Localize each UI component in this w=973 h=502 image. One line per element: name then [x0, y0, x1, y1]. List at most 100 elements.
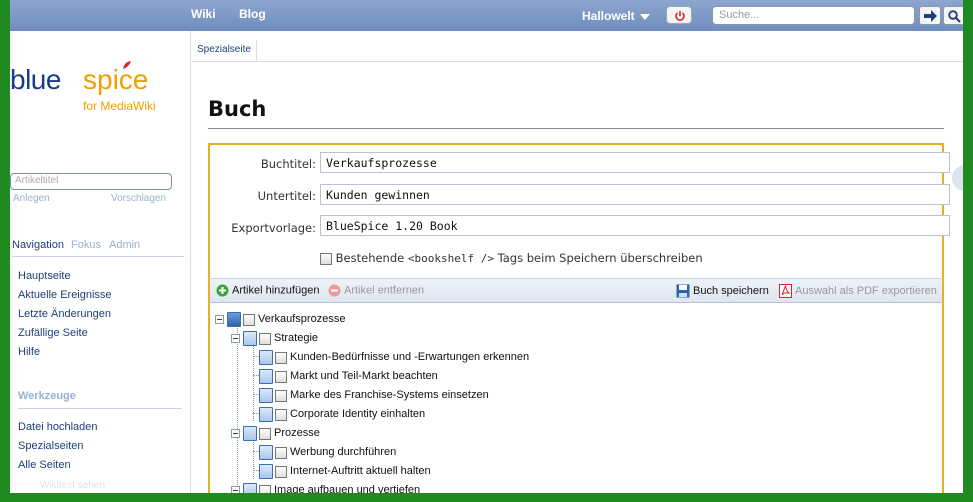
go-button[interactable]: [919, 6, 941, 25]
create-link[interactable]: Anlegen: [13, 193, 50, 204]
tree-checkbox[interactable]: [275, 352, 287, 364]
wiki-link[interactable]: Wiki: [191, 7, 216, 21]
tree-checkbox[interactable]: [259, 428, 271, 440]
tree-checkbox[interactable]: [275, 371, 287, 383]
tree-checkbox[interactable]: [259, 485, 271, 493]
logo-text-blue: blue: [10, 64, 61, 95]
sidebar-item-special-pages[interactable]: Spezialseiten: [18, 440, 98, 459]
tree-node-label: Marke des Franchise-Systems einsetzen: [290, 389, 489, 401]
book-title-field[interactable]: Verkaufsprozesse: [320, 152, 950, 173]
tab-special-page[interactable]: Spezialseite: [192, 40, 257, 61]
tree-node-label: Verkaufsprozesse: [258, 313, 346, 325]
sidebar-item-letzte-aenderungen[interactable]: Letzte Änderungen: [18, 308, 112, 327]
pdf-icon: [779, 284, 792, 298]
sidebar-item-hauptseite[interactable]: Hauptseite: [18, 270, 112, 289]
arrow-right-icon: [924, 10, 937, 22]
page-icon: [259, 350, 273, 365]
tree-checkbox[interactable]: [243, 314, 255, 326]
collapse-icon[interactable]: [231, 334, 240, 343]
tree-node[interactable]: Prozesse: [210, 425, 610, 442]
collapse-icon[interactable]: [231, 429, 240, 438]
tree-node[interactable]: Image aufbauen und vertiefen: [210, 482, 610, 493]
search-button[interactable]: [943, 6, 963, 25]
logout-button[interactable]: [666, 6, 692, 24]
tree-node[interactable]: Kunden-Bedürfnisse und -Erwartungen erke…: [210, 349, 710, 366]
add-article-button[interactable]: Artikel hinzufügen: [216, 284, 319, 297]
remove-article-label: Artikel entfernen: [344, 284, 425, 297]
tab-navigation[interactable]: Navigation: [12, 239, 64, 251]
overwrite-label-code: <bookshelf />: [407, 252, 494, 265]
export-template-field[interactable]: BlueSpice 1.20 Book: [320, 215, 950, 236]
divider: [192, 61, 963, 62]
tree-node[interactable]: Markt und Teil-Markt beachten: [210, 368, 710, 385]
overwrite-label-post: Tags beim Speichern überschreiben: [493, 251, 703, 265]
tree-checkbox[interactable]: [275, 390, 287, 402]
collapse-icon[interactable]: [231, 486, 240, 493]
save-book-button[interactable]: Buch speichern: [676, 284, 769, 298]
book-title-label: Buchtitel:: [260, 157, 316, 171]
save-book-label: Buch speichern: [693, 284, 769, 297]
article-title-input[interactable]: Artikeltitel: [10, 173, 172, 190]
overwrite-checkbox[interactable]: [320, 252, 332, 265]
logo-leaf-icon: [123, 61, 131, 69]
tab-admin[interactable]: Admin: [109, 239, 140, 251]
tree-checkbox[interactable]: [259, 333, 271, 345]
page-title: Buch: [208, 97, 267, 121]
logo-text-spice: spice: [83, 64, 149, 95]
app-window: Wiki Blog Hallowelt Suche... blue spice …: [10, 0, 963, 493]
tree-node[interactable]: Strategie: [210, 330, 610, 347]
search-input[interactable]: Suche...: [712, 6, 915, 25]
page-icon: [243, 483, 257, 493]
faded-link: Wikitext sehen: [40, 480, 106, 491]
sidebar: blue spice for MediaWiki Artikeltitel An…: [10, 31, 191, 493]
user-menu[interactable]: Hallowelt: [582, 9, 650, 23]
tools-list: Datei hochladen Spezialseiten Alle Seite…: [18, 421, 98, 478]
tree-node-label: Kunden-Bedürfnisse und -Erwartungen erke…: [290, 351, 530, 363]
sidebar-tabs: Navigation Fokus Admin: [12, 239, 184, 257]
sidebar-item-upload[interactable]: Datei hochladen: [18, 421, 98, 440]
tree-node[interactable]: Internet-Auftritt aktuell halten: [210, 463, 710, 480]
tree-node[interactable]: Corporate Identity einhalten: [210, 406, 710, 423]
tree-checkbox[interactable]: [275, 447, 287, 459]
subtitle-field[interactable]: Kunden gewinnen: [320, 184, 950, 205]
page-icon: [243, 426, 257, 441]
logo-tagline: for MediaWiki: [83, 99, 156, 113]
export-template-label: Exportvorlage:: [231, 221, 316, 235]
overwrite-label-pre: Bestehende: [335, 251, 408, 265]
tree-node-label: Internet-Auftritt aktuell halten: [290, 465, 431, 477]
sidebar-item-all-pages[interactable]: Alle Seiten: [18, 459, 98, 478]
divider: [18, 408, 182, 409]
overwrite-option: Bestehende <bookshelf /> Tags beim Speic…: [320, 251, 703, 265]
sidebar-item-aktuelle-ereignisse[interactable]: Aktuelle Ereignisse: [18, 289, 112, 308]
remove-article-button[interactable]: Artikel entfernen: [328, 284, 424, 297]
book-tree: Verkaufsprozesse Strategie Kunden-Bedürf…: [208, 303, 944, 493]
tree-checkbox[interactable]: [275, 409, 287, 421]
divider: [208, 128, 944, 129]
power-icon: [675, 11, 685, 21]
page-icon: [259, 407, 273, 422]
sidebar-item-zufaellige-seite[interactable]: Zufällige Seite: [18, 327, 112, 346]
tree-node-root[interactable]: Verkaufsprozesse: [210, 311, 610, 328]
book-form: Buchtitel: Verkaufsprozesse Untertitel: …: [208, 143, 950, 278]
page-icon: [259, 369, 273, 384]
page-icon: [243, 331, 257, 346]
search-icon: [948, 10, 961, 23]
tree-node[interactable]: Werbung durchführen: [210, 444, 710, 461]
collapse-panel-handle[interactable]: [952, 165, 963, 191]
export-pdf-label: Auswahl als PDF exportieren: [795, 284, 937, 297]
collapse-icon[interactable]: [215, 315, 224, 324]
export-pdf-button[interactable]: Auswahl als PDF exportieren: [779, 284, 937, 298]
tree-node-label: Corporate Identity einhalten: [290, 408, 426, 420]
tree-node-label: Strategie: [274, 332, 319, 344]
nav-list: Hauptseite Aktuelle Ereignisse Letzte Än…: [18, 270, 112, 365]
tools-heading: Werkzeuge: [18, 390, 76, 402]
chevron-down-icon: [639, 13, 650, 20]
tree-checkbox[interactable]: [275, 466, 287, 478]
blog-link[interactable]: Blog: [239, 7, 266, 21]
tree-node[interactable]: Marke des Franchise-Systems einsetzen: [210, 387, 710, 404]
tab-focus[interactable]: Fokus: [71, 239, 101, 251]
sidebar-item-hilfe[interactable]: Hilfe: [18, 346, 112, 365]
tree-node-label: Werbung durchführen: [290, 446, 397, 458]
remove-icon: [328, 284, 341, 297]
suggest-link[interactable]: Vorschlagen: [111, 193, 166, 204]
